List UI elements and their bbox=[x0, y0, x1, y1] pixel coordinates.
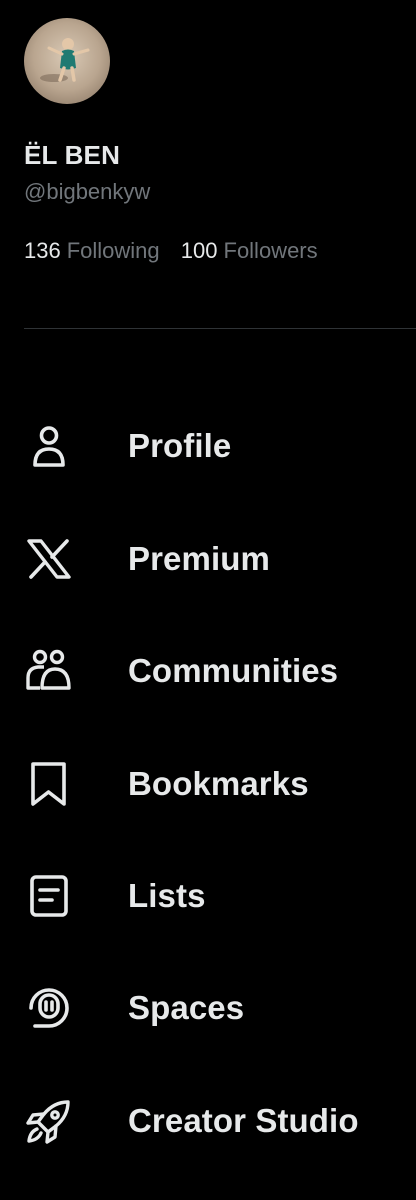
avatar-image bbox=[24, 18, 110, 104]
divider bbox=[24, 328, 416, 329]
avatar[interactable] bbox=[24, 18, 110, 104]
menu-label-bookmarks: Bookmarks bbox=[128, 765, 309, 802]
menu-item-communities[interactable]: Communities bbox=[0, 626, 416, 716]
spaces-icon bbox=[24, 983, 74, 1033]
menu-label-premium: Premium bbox=[128, 540, 270, 577]
person-icon bbox=[24, 421, 74, 471]
menu-item-profile[interactable]: Profile bbox=[0, 401, 416, 491]
menu-label-lists: Lists bbox=[128, 877, 206, 914]
menu-item-spaces[interactable]: Spaces bbox=[0, 963, 416, 1053]
menu-label-creator-studio: Creator Studio bbox=[128, 1102, 359, 1139]
following-label: Following bbox=[66, 238, 160, 263]
following-count: 136 bbox=[24, 238, 61, 263]
followers-count: 100 bbox=[180, 238, 218, 263]
following-link[interactable]: 136 Following bbox=[24, 236, 160, 266]
bookmark-icon bbox=[24, 759, 74, 809]
menu-label-communities: Communities bbox=[128, 652, 339, 689]
communities-icon bbox=[24, 646, 74, 696]
menu-label-profile: Profile bbox=[128, 427, 232, 464]
user-handle: @bigbenkyw bbox=[24, 179, 151, 204]
display-name: ËL BEN bbox=[24, 140, 121, 170]
menu-item-creator-studio[interactable]: Creator Studio bbox=[0, 1076, 416, 1166]
follow-stats: 136 Following 100 Followers bbox=[24, 236, 333, 266]
rocket-icon bbox=[24, 1096, 74, 1146]
menu-item-premium[interactable]: Premium bbox=[0, 514, 416, 604]
menu-item-lists[interactable]: Lists bbox=[0, 851, 416, 941]
list-icon bbox=[24, 871, 74, 921]
x-logo-icon bbox=[24, 534, 74, 584]
menu-item-bookmarks[interactable]: Bookmarks bbox=[0, 739, 416, 829]
followers-label: Followers bbox=[223, 238, 318, 263]
followers-link[interactable]: 100 Followers bbox=[181, 236, 318, 266]
menu-label-spaces: Spaces bbox=[128, 989, 245, 1026]
